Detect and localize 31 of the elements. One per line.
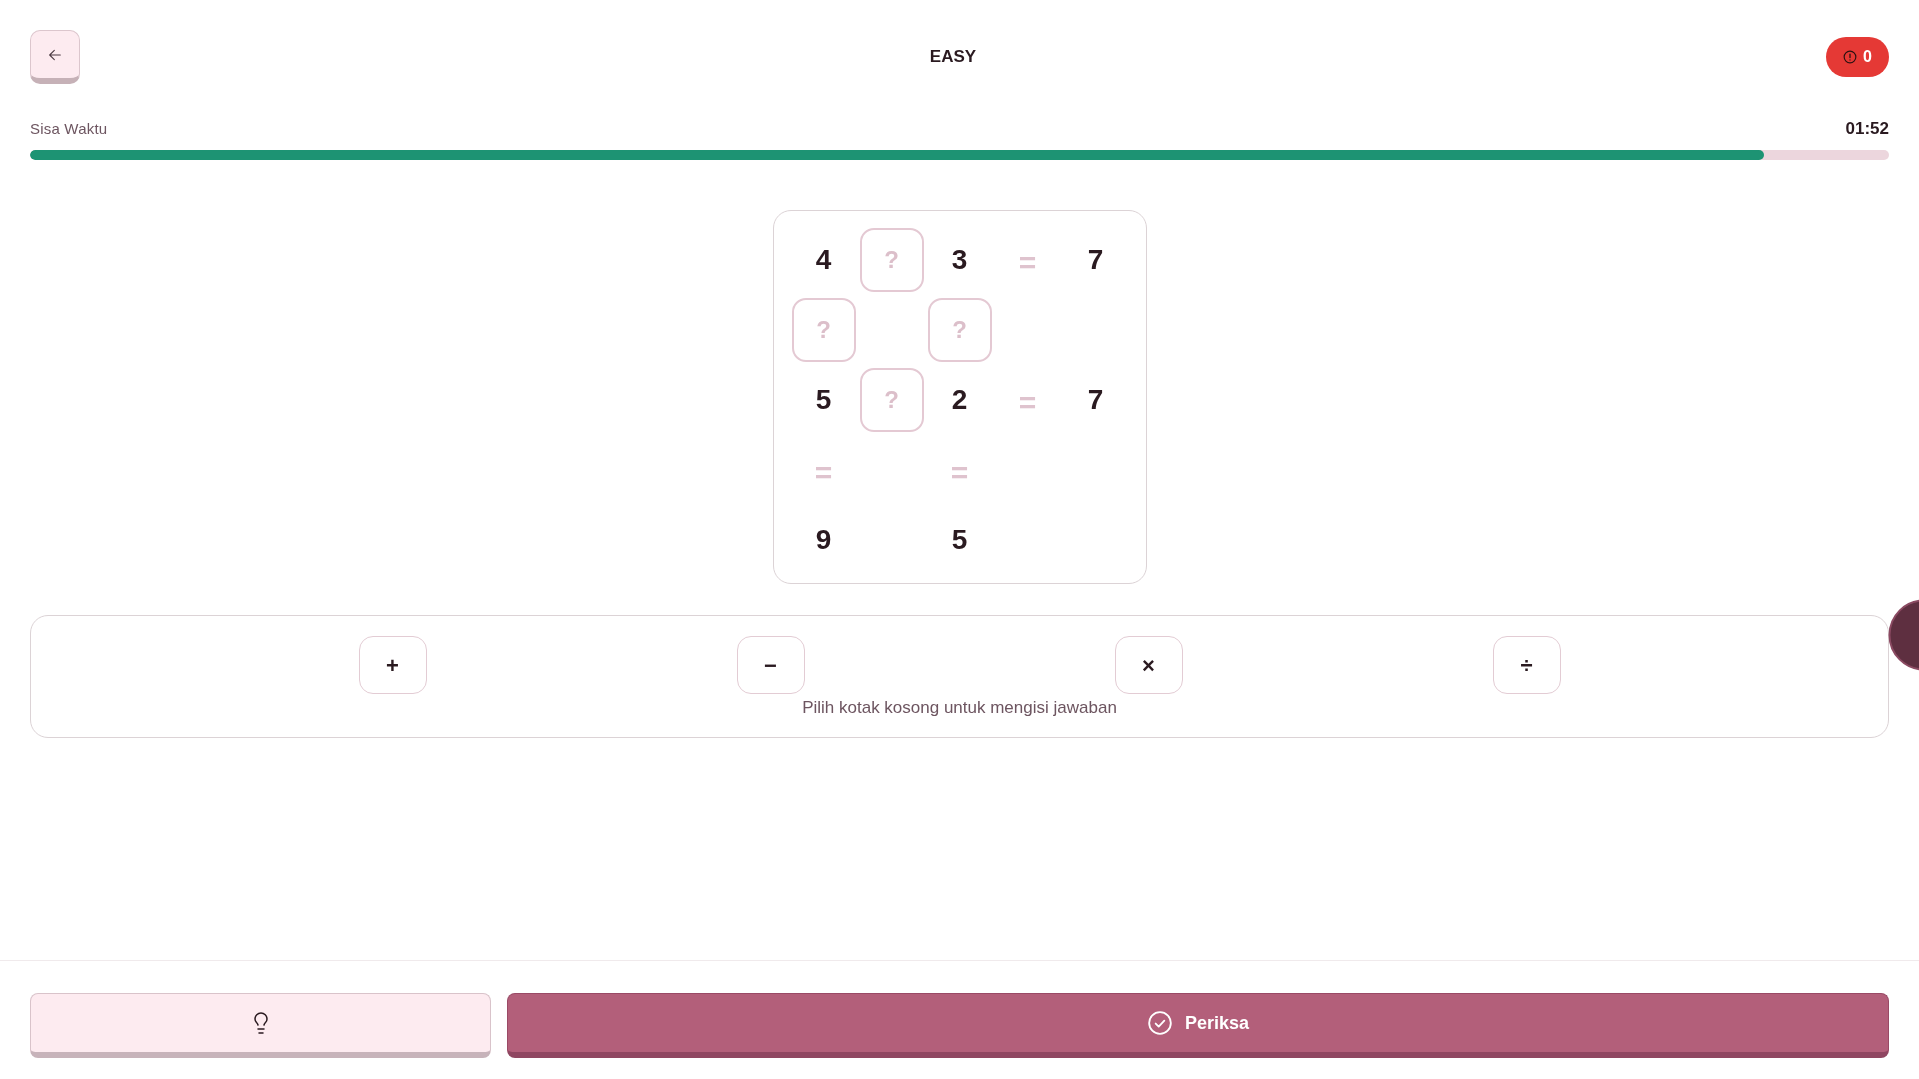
equals-sign: = [1018, 388, 1037, 418]
answer-box[interactable]: ? [859, 228, 924, 292]
answer-box[interactable]: ? [859, 368, 924, 432]
time-remaining: 01:52 [1845, 118, 1889, 141]
grid-number: 5 [951, 526, 968, 554]
grid-number: 7 [1087, 386, 1104, 414]
grid-number: 4 [815, 246, 832, 274]
operator-button[interactable]: ÷ [1492, 636, 1561, 694]
check-circle-icon [1146, 1010, 1173, 1036]
grid-number: 7 [1087, 246, 1104, 274]
answer-box[interactable]: ? [791, 298, 856, 362]
operator-button[interactable]: − [736, 636, 805, 694]
equals-sign: = [814, 458, 833, 488]
operator-button[interactable]: + [358, 636, 427, 694]
check-button[interactable]: Periksa [507, 993, 1889, 1058]
round-floating-button[interactable] [1888, 599, 1919, 671]
grid-number: 2 [951, 386, 968, 414]
equals-sign: = [1018, 248, 1037, 278]
error-count: 0 [1863, 47, 1872, 67]
grid-number: 3 [951, 246, 968, 274]
timer-label: Sisa Waktu [30, 118, 108, 139]
grid-number: 5 [815, 386, 832, 414]
grid-number: 9 [815, 526, 832, 554]
instruction-text: Pilih kotak kosong untuk mengisi jawaban [802, 697, 1117, 719]
equals-sign: = [950, 458, 969, 488]
answer-box[interactable]: ? [927, 298, 992, 362]
back-button[interactable] [30, 30, 80, 84]
level-title: EASY [929, 46, 977, 69]
alert-circle-icon [1843, 50, 1858, 64]
hint-button[interactable] [30, 993, 491, 1058]
operator-button[interactable]: × [1114, 636, 1183, 694]
